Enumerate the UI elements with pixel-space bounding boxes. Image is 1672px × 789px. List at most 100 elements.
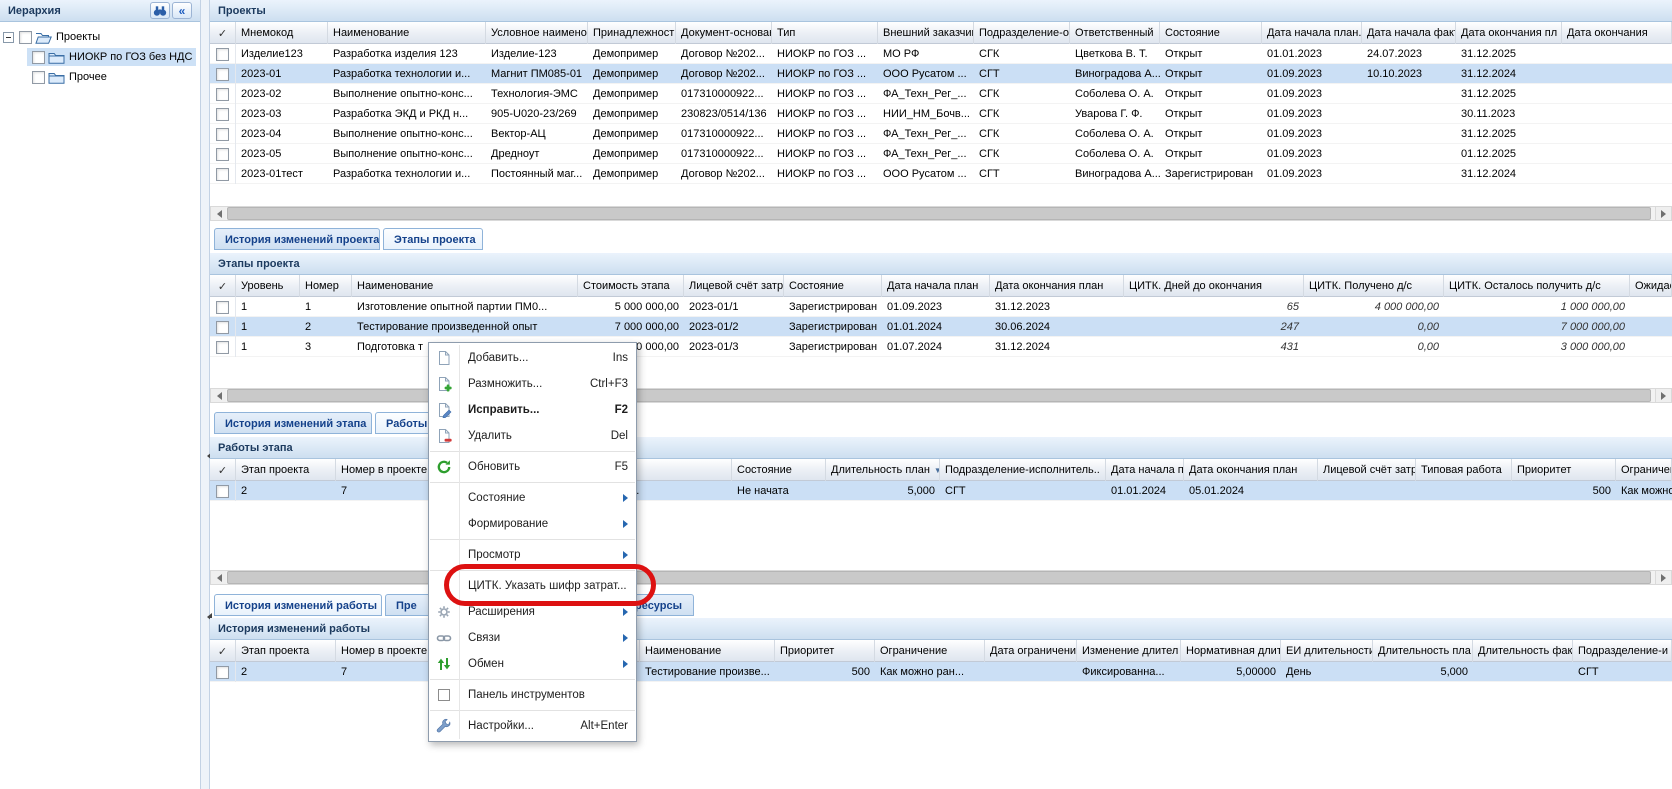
column-header[interactable]: Этап проекта (236, 459, 336, 481)
menu-item[interactable]: Настройки...Alt+Enter (429, 713, 636, 739)
scroll-left-button[interactable] (211, 571, 226, 584)
column-header-check[interactable]: ✓ (210, 640, 236, 662)
tree-node-inner[interactable]: Прочее (27, 68, 111, 86)
column-header[interactable]: Приоритет (775, 640, 875, 662)
column-header[interactable]: Дата окончания (1562, 22, 1672, 44)
column-header[interactable]: Наименование (328, 22, 486, 44)
column-header[interactable]: ЦИТК. Получено д/с (1304, 275, 1444, 297)
column-header[interactable]: ЕИ длительности (1281, 640, 1373, 662)
row-checkbox[interactable] (216, 341, 229, 354)
column-header[interactable]: Нормативная длит (1181, 640, 1281, 662)
column-header[interactable]: Ограничение (1616, 459, 1672, 481)
menu-item[interactable]: Панель инструментов (429, 682, 636, 708)
row-checkbox[interactable] (216, 168, 229, 181)
column-header[interactable]: Дата начала факт. (1362, 22, 1456, 44)
menu-item[interactable]: Расширения (429, 599, 636, 625)
column-header[interactable]: Уровень (236, 275, 300, 297)
column-header[interactable]: Подразделение-исполнитель.. (940, 459, 1106, 481)
tree-node-inner[interactable]: НИОКР по ГОЗ без НДС (27, 48, 196, 66)
row-checkbox[interactable] (216, 485, 229, 498)
find-button[interactable] (150, 2, 170, 19)
tree-node[interactable]: Проекты (0, 27, 200, 47)
column-header[interactable]: Лицевой счёт затрат. (684, 275, 784, 297)
column-header[interactable]: ЦИТК. Дней до окончания (1124, 275, 1304, 297)
row-checkbox[interactable] (216, 148, 229, 161)
column-header[interactable]: Дата окончания пл (1456, 22, 1562, 44)
tree-node-checkbox[interactable] (32, 51, 45, 64)
scroll-left-button[interactable] (211, 207, 226, 220)
column-header[interactable]: Внешний заказчик (878, 22, 974, 44)
tree-node[interactable]: Прочее (0, 67, 200, 87)
column-header[interactable]: Подразделение-и (1573, 640, 1672, 662)
column-header[interactable]: Подразделение-от (974, 22, 1070, 44)
column-header-check[interactable]: ✓ (210, 275, 236, 297)
tab[interactable]: Этапы проекта (383, 228, 483, 250)
menu-item[interactable]: Размножить...Ctrl+F3 (429, 371, 636, 397)
table-row[interactable]: 2023-03Разработка ЭКД и РКД н...905-U020… (210, 104, 1672, 124)
column-header[interactable]: Стоимость этапа (578, 275, 684, 297)
menu-item[interactable]: Состояние (429, 485, 636, 511)
scroll-right-button[interactable] (1655, 571, 1671, 584)
row-checkbox[interactable] (216, 88, 229, 101)
menu-item[interactable]: УдалитьDel (429, 423, 636, 449)
column-header[interactable]: Состояние (784, 275, 882, 297)
column-header[interactable]: Наименование (640, 640, 775, 662)
column-header[interactable]: Ожидаемы (1630, 275, 1672, 297)
column-header[interactable]: Тип (772, 22, 878, 44)
row-checkbox[interactable] (216, 48, 229, 61)
column-header[interactable]: Документ-основан (676, 22, 772, 44)
column-header-check[interactable]: ✓ (210, 459, 236, 481)
table-row[interactable]: 2023-01Разработка технологии и...Магнит … (210, 64, 1672, 84)
tree-node-checkbox[interactable] (32, 71, 45, 84)
column-header[interactable]: Дата ограничения (985, 640, 1077, 662)
tab[interactable]: История изменений этапа (214, 412, 372, 434)
column-header[interactable]: Ответственный (1070, 22, 1160, 44)
row-checkbox[interactable] (216, 68, 229, 81)
tab[interactable]: История изменений работы (214, 594, 382, 616)
column-header[interactable]: Дата начала план. (1106, 459, 1184, 481)
row-checkbox[interactable] (216, 108, 229, 121)
table-row[interactable]: 2023-02Выполнение опытно-конс...Технолог… (210, 84, 1672, 104)
row-checkbox[interactable] (216, 321, 229, 334)
table-row[interactable]: 11Изготовление опытной партии ПМ0...5 00… (210, 297, 1672, 317)
column-header[interactable]: Длительность пла (1373, 640, 1473, 662)
table-row[interactable]: 2023-05Выполнение опытно-конс...Дредноут… (210, 144, 1672, 164)
scroll-right-button[interactable] (1655, 389, 1671, 402)
table-row[interactable]: Изделие123Разработка изделия 123Изделие-… (210, 44, 1672, 64)
panel-splitter[interactable] (200, 0, 210, 789)
column-header[interactable]: Изменение длител (1077, 640, 1181, 662)
menu-item[interactable]: Добавить...Ins (429, 345, 636, 371)
column-header[interactable]: Длительность фак (1473, 640, 1573, 662)
column-header[interactable]: Дата окончания план (1184, 459, 1318, 481)
tree-node-inner[interactable]: Проекты (14, 28, 104, 46)
column-header[interactable]: Дата начала план (882, 275, 990, 297)
tree-node[interactable]: НИОКР по ГОЗ без НДС (0, 47, 200, 67)
scrollbar-track[interactable] (226, 207, 1655, 220)
column-header[interactable]: Состояние (1160, 22, 1262, 44)
tree-node-checkbox[interactable] (19, 31, 32, 44)
menu-item[interactable]: Просмотр (429, 542, 636, 568)
column-header[interactable]: Типовая работа (1416, 459, 1512, 481)
column-header[interactable]: Лицевой счёт затр (1318, 459, 1416, 481)
menu-item[interactable]: ОбновитьF5 (429, 454, 636, 480)
column-header[interactable]: Дата начала план. (1262, 22, 1362, 44)
table-row[interactable]: 12Тестирование произведенной опыт7 000 0… (210, 317, 1672, 337)
column-header[interactable]: Приоритет (1512, 459, 1616, 481)
menu-item[interactable]: Связи (429, 625, 636, 651)
row-checkbox[interactable] (216, 128, 229, 141)
column-header[interactable]: Этап проекта (236, 640, 336, 662)
row-checkbox[interactable] (216, 666, 229, 679)
column-header-check[interactable]: ✓ (210, 22, 236, 44)
column-header[interactable]: Мнемокод (236, 22, 328, 44)
column-header[interactable]: Ограничение (875, 640, 985, 662)
scrollbar-thumb[interactable] (227, 207, 1651, 220)
table-row[interactable]: 2023-04Выполнение опытно-конс...Вектор-А… (210, 124, 1672, 144)
menu-item[interactable]: Исправить...F2 (429, 397, 636, 423)
menu-item[interactable]: Формирование (429, 511, 636, 537)
menu-item[interactable]: Обмен (429, 651, 636, 677)
table-row[interactable]: 2023-01тестРазработка технологии и...Пос… (210, 164, 1672, 184)
column-header[interactable]: Длительность план▼ (826, 459, 940, 481)
scroll-left-button[interactable] (211, 389, 226, 402)
column-header[interactable]: Дата окончания план (990, 275, 1124, 297)
column-header[interactable]: ЦИТК. Осталось получить д/с (1444, 275, 1630, 297)
